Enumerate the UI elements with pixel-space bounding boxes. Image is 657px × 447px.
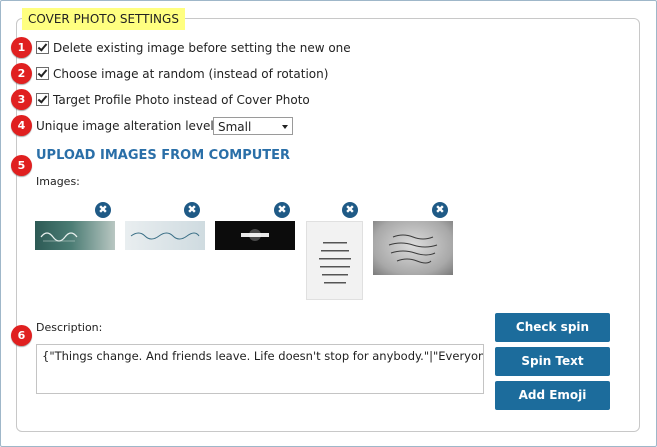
thumbnail-2-art	[130, 232, 200, 240]
step-badge-4: 4	[11, 115, 32, 136]
description-label: Description:	[36, 321, 103, 334]
step-badge-3: 3	[11, 89, 32, 110]
target-profile-checkbox[interactable]	[36, 93, 49, 106]
delete-existing-checkbox[interactable]	[36, 41, 49, 54]
remove-image-4-icon[interactable]: ✖	[342, 202, 358, 218]
option-delete-existing[interactable]: Delete existing image before setting the…	[36, 41, 351, 55]
section-legend: COVER PHOTO SETTINGS	[22, 8, 185, 30]
upload-section-title: UPLOAD IMAGES FROM COMPUTER	[36, 148, 291, 163]
thumbnail-1-art	[40, 232, 78, 242]
remove-image-1-icon[interactable]: ✖	[95, 202, 111, 218]
alteration-level-value: Small	[218, 120, 252, 134]
option-target-profile[interactable]: Target Profile Photo instead of Cover Ph…	[36, 93, 310, 107]
step-badge-6: 6	[11, 325, 32, 346]
option-random-image[interactable]: Choose image at random (instead of rotat…	[36, 67, 328, 81]
images-label: Images:	[36, 175, 80, 188]
remove-image-3-icon[interactable]: ✖	[274, 202, 290, 218]
remove-image-5-icon[interactable]: ✖	[432, 202, 448, 218]
chevron-down-icon	[282, 125, 288, 129]
remove-image-2-icon[interactable]: ✖	[184, 202, 200, 218]
thumbnail-4-art	[319, 242, 351, 284]
description-textarea[interactable]: {"Things change. And friends leave. Life…	[36, 344, 484, 394]
image-thumbnail-3	[215, 221, 295, 250]
image-thumbnail-5	[373, 221, 453, 275]
random-image-label: Choose image at random (instead of rotat…	[53, 67, 329, 81]
image-thumbnail-1	[35, 221, 115, 250]
delete-existing-label: Delete existing image before setting the…	[53, 41, 351, 55]
image-thumbnail-4	[306, 221, 363, 300]
step-badge-5: 5	[11, 155, 32, 176]
add-emoji-button[interactable]: Add Emoji	[495, 381, 610, 410]
step-badge-1: 1	[11, 37, 32, 58]
alteration-level-select[interactable]: Small	[213, 117, 293, 135]
step-badge-2: 2	[11, 63, 32, 84]
check-spin-syntax-button[interactable]: Check spin syntax	[495, 313, 610, 363]
spin-text-button[interactable]: Spin Text	[495, 347, 610, 376]
thumbnail-3-art	[241, 229, 269, 241]
alteration-label: Unique image alteration level	[36, 119, 214, 133]
thumbnail-5-art	[388, 234, 438, 264]
random-image-checkbox[interactable]	[36, 67, 49, 80]
image-thumbnail-2	[125, 221, 205, 250]
target-profile-label: Target Profile Photo instead of Cover Ph…	[53, 93, 310, 107]
